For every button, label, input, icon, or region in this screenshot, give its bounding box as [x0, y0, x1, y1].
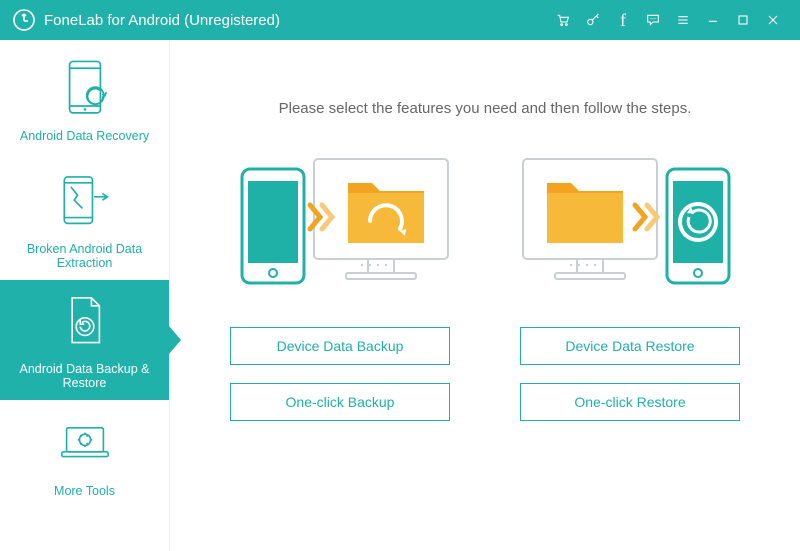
app-logo-icon [12, 8, 36, 32]
device-data-restore-button[interactable]: Device Data Restore [520, 327, 740, 365]
maximize-button[interactable] [728, 0, 758, 40]
illustration-row [200, 147, 770, 297]
facebook-icon[interactable]: f [608, 0, 638, 40]
app-title: FoneLab for Android (Unregistered) [44, 12, 280, 29]
feedback-icon[interactable] [638, 0, 668, 40]
device-data-backup-button[interactable]: Device Data Backup [230, 327, 450, 365]
title-bar: FoneLab for Android (Unregistered) f [0, 0, 800, 40]
tools-icon [56, 412, 114, 474]
cart-icon[interactable] [548, 0, 578, 40]
sidebar-item-label: Android Data Recovery [20, 129, 149, 143]
close-button[interactable] [758, 0, 788, 40]
one-click-backup-button[interactable]: One-click Backup [230, 383, 450, 421]
sidebar-item-backup-restore[interactable]: Android Data Backup & Restore [0, 280, 169, 400]
broken-phone-icon [56, 170, 114, 232]
file-restore-icon [56, 290, 114, 352]
instruction-text: Please select the features you need and … [200, 100, 770, 117]
sidebar-item-label: Android Data Backup & Restore [6, 362, 163, 390]
options-grid: Device Data Backup Device Data Restore O… [200, 327, 770, 421]
main-panel: Please select the features you need and … [170, 40, 800, 551]
backup-illustration [228, 147, 458, 297]
restore-illustration [513, 147, 743, 297]
sidebar-item-label: Broken Android Data Extraction [6, 242, 163, 270]
one-click-restore-button[interactable]: One-click Restore [520, 383, 740, 421]
sidebar: Android Data Recovery Broken Android Dat… [0, 40, 170, 551]
sidebar-item-broken[interactable]: Broken Android Data Extraction [0, 160, 169, 280]
phone-recovery-icon [56, 57, 114, 119]
sidebar-item-recovery[interactable]: Android Data Recovery [0, 40, 169, 160]
key-icon[interactable] [578, 0, 608, 40]
minimize-button[interactable] [698, 0, 728, 40]
sidebar-item-more-tools[interactable]: More Tools [0, 400, 169, 510]
sidebar-item-label: More Tools [54, 484, 115, 498]
menu-icon[interactable] [668, 0, 698, 40]
